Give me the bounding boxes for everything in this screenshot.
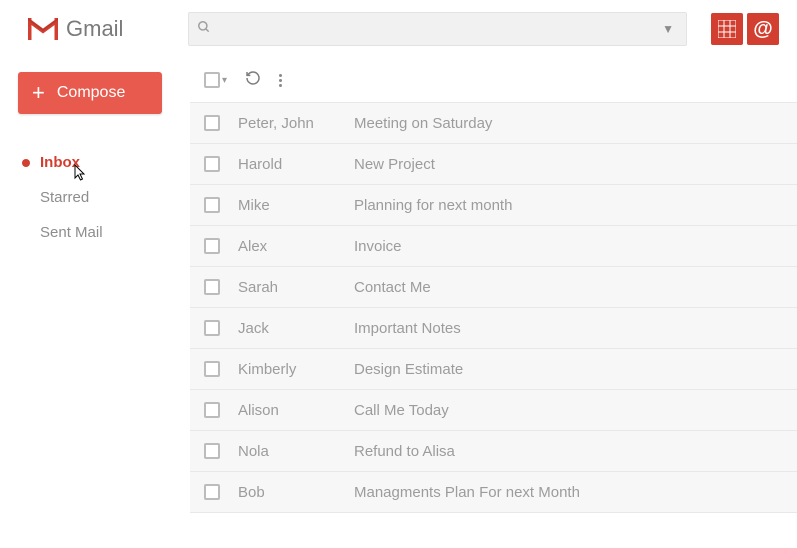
email-row[interactable]: SarahContact Me bbox=[190, 267, 797, 308]
email-checkbox[interactable] bbox=[204, 238, 220, 254]
email-checkbox[interactable] bbox=[204, 279, 220, 295]
email-checkbox[interactable] bbox=[204, 484, 220, 500]
sidebar-item-starred[interactable]: Starred bbox=[40, 189, 176, 206]
email-subject: Invoice bbox=[354, 238, 797, 255]
email-checkbox[interactable] bbox=[204, 402, 220, 418]
email-row[interactable]: KimberlyDesign Estimate bbox=[190, 349, 797, 390]
email-subject: Contact Me bbox=[354, 279, 797, 296]
grid-icon bbox=[718, 20, 736, 38]
search-input[interactable] bbox=[211, 21, 658, 37]
compose-label: Compose bbox=[57, 84, 125, 102]
sidebar: + Compose Inbox Starred Sent Mail bbox=[0, 58, 190, 548]
sidebar-item-label: Sent Mail bbox=[40, 224, 103, 241]
select-all-checkbox[interactable] bbox=[204, 72, 220, 88]
email-checkbox[interactable] bbox=[204, 320, 220, 336]
email-row[interactable]: HaroldNew Project bbox=[190, 144, 797, 185]
email-row[interactable]: NolaRefund to Alisa bbox=[190, 431, 797, 472]
logo[interactable]: Gmail bbox=[28, 16, 172, 42]
email-row[interactable]: BobManagments Plan For next Month bbox=[190, 472, 797, 513]
email-subject: Managments Plan For next Month bbox=[354, 484, 797, 501]
email-checkbox[interactable] bbox=[204, 156, 220, 172]
at-icon: @ bbox=[753, 19, 773, 39]
sidebar-item-label: Inbox bbox=[40, 154, 80, 171]
header-action-buttons: @ bbox=[711, 13, 779, 45]
more-button[interactable] bbox=[279, 74, 282, 87]
logo-text: Gmail bbox=[66, 16, 123, 42]
email-sender: Mike bbox=[238, 197, 354, 214]
refresh-button[interactable] bbox=[245, 70, 261, 91]
sidebar-nav: Inbox Starred Sent Mail bbox=[18, 154, 176, 241]
sidebar-item-sent[interactable]: Sent Mail bbox=[40, 224, 176, 241]
email-row[interactable]: Peter, JohnMeeting on Saturday bbox=[190, 103, 797, 144]
main-content: ▾ Peter, JohnMeeting on SaturdayHaroldNe… bbox=[190, 58, 797, 548]
email-subject: Meeting on Saturday bbox=[354, 115, 797, 132]
email-sender: Jack bbox=[238, 320, 354, 337]
gmail-icon bbox=[28, 18, 58, 40]
header: Gmail ▼ @ bbox=[0, 0, 797, 58]
email-sender: Harold bbox=[238, 156, 354, 173]
email-sender: Sarah bbox=[238, 279, 354, 296]
email-subject: New Project bbox=[354, 156, 797, 173]
email-subject: Refund to Alisa bbox=[354, 443, 797, 460]
email-checkbox[interactable] bbox=[204, 197, 220, 213]
chevron-down-icon[interactable]: ▾ bbox=[222, 75, 227, 86]
mentions-button[interactable]: @ bbox=[747, 13, 779, 45]
email-subject: Important Notes bbox=[354, 320, 797, 337]
grid-view-button[interactable] bbox=[711, 13, 743, 45]
email-toolbar: ▾ bbox=[190, 58, 797, 102]
email-sender: Alex bbox=[238, 238, 354, 255]
email-sender: Nola bbox=[238, 443, 354, 460]
email-checkbox[interactable] bbox=[204, 361, 220, 377]
email-checkbox[interactable] bbox=[204, 443, 220, 459]
email-sender: Alison bbox=[238, 402, 354, 419]
email-row[interactable]: MikePlanning for next month bbox=[190, 185, 797, 226]
search-bar[interactable]: ▼ bbox=[188, 12, 687, 46]
sidebar-item-inbox[interactable]: Inbox bbox=[40, 154, 176, 171]
compose-button[interactable]: + Compose bbox=[18, 72, 162, 114]
email-row[interactable]: AlisonCall Me Today bbox=[190, 390, 797, 431]
select-all[interactable]: ▾ bbox=[204, 72, 227, 88]
sidebar-item-label: Starred bbox=[40, 189, 89, 206]
email-row[interactable]: AlexInvoice bbox=[190, 226, 797, 267]
email-checkbox[interactable] bbox=[204, 115, 220, 131]
email-subject: Design Estimate bbox=[354, 361, 797, 378]
search-options-dropdown[interactable]: ▼ bbox=[658, 22, 678, 36]
email-subject: Planning for next month bbox=[354, 197, 797, 214]
email-row[interactable]: JackImportant Notes bbox=[190, 308, 797, 349]
email-sender: Peter, John bbox=[238, 115, 354, 132]
email-subject: Call Me Today bbox=[354, 402, 797, 419]
plus-icon: + bbox=[32, 82, 45, 104]
email-list: Peter, JohnMeeting on SaturdayHaroldNew … bbox=[190, 102, 797, 513]
email-sender: Kimberly bbox=[238, 361, 354, 378]
search-icon bbox=[197, 20, 211, 39]
email-sender: Bob bbox=[238, 484, 354, 501]
